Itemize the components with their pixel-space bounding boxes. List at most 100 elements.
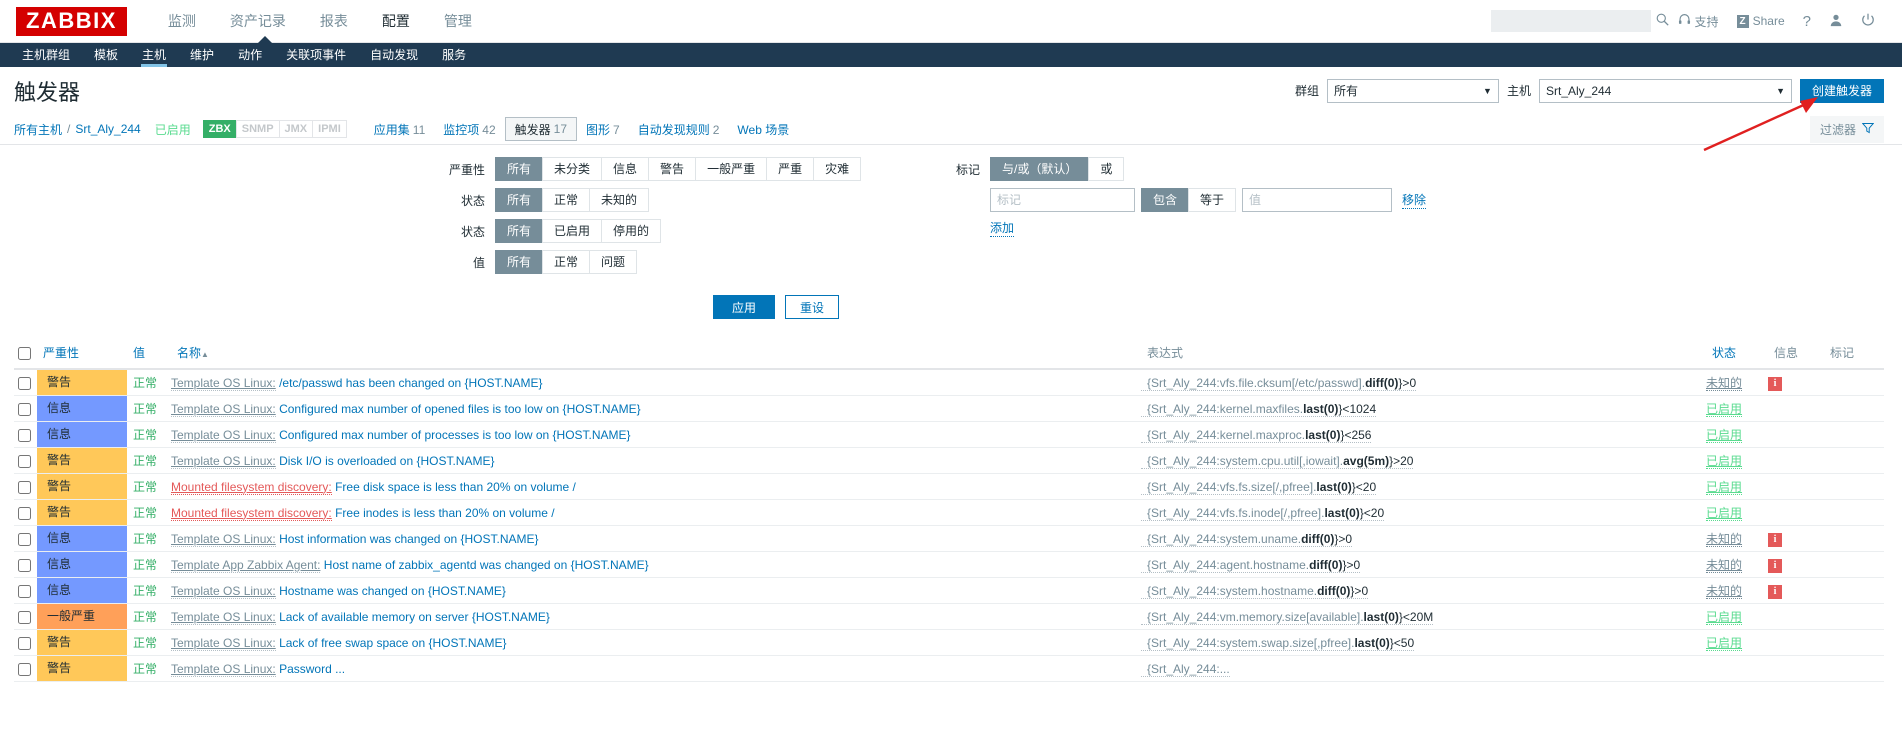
- sidebar-item-actions[interactable]: 动作: [226, 43, 274, 67]
- row-checkbox[interactable]: [18, 532, 31, 546]
- trigger-template-link[interactable]: Template OS Linux:: [171, 427, 276, 443]
- trigger-template-link[interactable]: Template OS Linux:: [171, 375, 276, 391]
- row-checkbox[interactable]: [18, 454, 31, 468]
- trigger-expression[interactable]: {Srt_Aly_244:vfs.fs.size[/,pfree].last(0…: [1141, 479, 1377, 495]
- support-link[interactable]: 支持: [1669, 13, 1728, 30]
- sign-out-link[interactable]: [1852, 13, 1884, 30]
- tag-operator-contains[interactable]: 包含: [1141, 188, 1189, 212]
- tag-add-link[interactable]: 添加: [990, 219, 1015, 237]
- state-option-all[interactable]: 所有: [495, 188, 543, 212]
- trigger-expression[interactable]: {Srt_Aly_244:agent.hostname.diff(0)}>0: [1141, 557, 1361, 573]
- trigger-status-link[interactable]: 已启用: [1706, 428, 1743, 443]
- header-value-link[interactable]: 值: [133, 346, 145, 360]
- trigger-name-link[interactable]: Free disk space is less than 20% on volu…: [335, 480, 576, 494]
- info-icon[interactable]: i: [1768, 376, 1782, 391]
- sidebar-item-correlation[interactable]: 关联项事件: [274, 43, 358, 67]
- row-checkbox[interactable]: [18, 402, 31, 416]
- info-icon[interactable]: i: [1768, 584, 1782, 599]
- severity-option-high[interactable]: 严重: [766, 157, 814, 181]
- trigger-expression[interactable]: {Srt_Aly_244:vfs.fs.inode[/,pfree].last(…: [1141, 505, 1385, 521]
- sidebar-item-discovery[interactable]: 自动发现: [358, 43, 430, 67]
- header-status-link[interactable]: 状态: [1712, 346, 1736, 360]
- header-name-link[interactable]: 名称: [177, 346, 201, 360]
- trigger-status-link[interactable]: 已启用: [1706, 610, 1743, 625]
- trigger-name-link[interactable]: Disk I/O is overloaded on {HOST.NAME}: [279, 454, 494, 468]
- tab-discovery-rules[interactable]: 自动发现规则 2: [629, 118, 729, 141]
- nav-item-administration[interactable]: 管理: [427, 0, 489, 43]
- state-option-normal[interactable]: 正常: [542, 188, 590, 212]
- trigger-status-link[interactable]: 未知的: [1706, 584, 1743, 599]
- trigger-expression[interactable]: {Srt_Aly_244:...: [1141, 661, 1230, 677]
- search-icon[interactable]: [1656, 13, 1669, 29]
- group-select[interactable]: 所有 ▼: [1326, 78, 1499, 103]
- trigger-status-link[interactable]: 已启用: [1706, 402, 1743, 417]
- severity-option-average[interactable]: 一般严重: [695, 157, 767, 181]
- tag-operator-equals[interactable]: 等于: [1188, 188, 1237, 212]
- sidebar-item-maintenance[interactable]: 维护: [178, 43, 226, 67]
- filter-tab[interactable]: 过滤器: [1809, 115, 1884, 143]
- apply-button[interactable]: 应用: [712, 295, 775, 319]
- row-checkbox[interactable]: [18, 662, 31, 676]
- share-link[interactable]: Z Share: [1728, 14, 1794, 28]
- trigger-status-link[interactable]: 已启用: [1706, 454, 1743, 469]
- trigger-template-link[interactable]: Template App Zabbix Agent:: [171, 557, 321, 573]
- search-input[interactable]: [1496, 13, 1656, 29]
- sidebar-item-templates[interactable]: 模板: [82, 43, 130, 67]
- trigger-template-link[interactable]: Template OS Linux:: [171, 401, 276, 417]
- trigger-expression[interactable]: {Srt_Aly_244:system.cpu.util[,iowait].av…: [1141, 453, 1414, 469]
- trigger-status-link[interactable]: 已启用: [1706, 636, 1743, 651]
- tag-value-input[interactable]: [1242, 188, 1393, 212]
- tag-name-input[interactable]: [990, 188, 1135, 212]
- trigger-template-link[interactable]: Template OS Linux:: [171, 609, 276, 625]
- sidebar-item-host-groups[interactable]: 主机群组: [10, 43, 82, 67]
- trigger-template-link[interactable]: Mounted filesystem discovery:: [171, 479, 332, 495]
- trigger-expression[interactable]: {Srt_Aly_244:system.hostname.diff(0)}>0: [1141, 583, 1369, 599]
- trigger-expression[interactable]: {Srt_Aly_244:kernel.maxfiles.last(0)}<10…: [1141, 401, 1377, 417]
- row-checkbox[interactable]: [18, 558, 31, 572]
- row-checkbox[interactable]: [18, 610, 31, 624]
- trigger-template-link[interactable]: Template OS Linux:: [171, 661, 276, 677]
- tab-graphs[interactable]: 图形 7: [577, 118, 629, 141]
- tab-items[interactable]: 监控项 42: [434, 118, 504, 141]
- search-box[interactable]: [1490, 10, 1669, 32]
- user-profile-link[interactable]: [1820, 13, 1852, 30]
- status-option-enabled[interactable]: 已启用: [542, 219, 602, 243]
- trigger-status-link[interactable]: 已启用: [1706, 480, 1743, 495]
- header-severity-link[interactable]: 严重性: [43, 346, 79, 360]
- trigger-name-link[interactable]: Hostname was changed on {HOST.NAME}: [279, 584, 506, 598]
- breadcrumb-host[interactable]: Srt_Aly_244: [75, 122, 140, 136]
- trigger-name-link[interactable]: Lack of available memory on server {HOST…: [279, 610, 550, 624]
- trigger-expression[interactable]: {Srt_Aly_244:system.swap.size[,pfree].la…: [1141, 635, 1415, 651]
- trigger-template-link[interactable]: Template OS Linux:: [171, 635, 276, 651]
- breadcrumb-all-hosts[interactable]: 所有主机: [14, 121, 62, 138]
- row-checkbox[interactable]: [18, 480, 31, 494]
- tab-web-scenarios[interactable]: Web 场景: [728, 118, 798, 141]
- trigger-expression[interactable]: {Srt_Aly_244:system.uname.diff(0)}>0: [1141, 531, 1353, 547]
- tag-evaltype-and-or[interactable]: 与/或（默认）: [990, 157, 1089, 181]
- trigger-name-link[interactable]: Configured max number of processes is to…: [279, 428, 631, 442]
- severity-option-all[interactable]: 所有: [495, 157, 543, 181]
- tab-applications[interactable]: 应用集 11: [365, 118, 434, 141]
- trigger-template-link[interactable]: Template OS Linux:: [171, 531, 276, 547]
- trigger-name-link[interactable]: Host information was changed on {HOST.NA…: [279, 532, 538, 546]
- row-checkbox[interactable]: [18, 584, 31, 598]
- value-option-problem[interactable]: 问题: [589, 250, 638, 274]
- tag-remove-link[interactable]: 移除: [1402, 191, 1427, 209]
- info-icon[interactable]: i: [1768, 532, 1782, 547]
- reset-button[interactable]: 重设: [785, 295, 840, 319]
- host-select[interactable]: Srt_Aly_244 ▼: [1538, 78, 1792, 103]
- trigger-name-link[interactable]: /etc/passwd has been changed on {HOST.NA…: [279, 376, 543, 390]
- tab-triggers[interactable]: 触发器 17: [504, 117, 578, 141]
- host-status-badge[interactable]: 已启用: [155, 121, 191, 138]
- trigger-name-link[interactable]: Password ...: [279, 662, 345, 676]
- severity-option-not-classified[interactable]: 未分类: [542, 157, 602, 181]
- trigger-status-link[interactable]: 已启用: [1706, 506, 1743, 521]
- status-option-disabled[interactable]: 停用的: [601, 219, 662, 243]
- trigger-expression[interactable]: {Srt_Aly_244:kernel.maxproc.last(0)}<256: [1141, 427, 1372, 443]
- trigger-name-link[interactable]: Configured max number of opened files is…: [279, 402, 641, 416]
- value-option-all[interactable]: 所有: [495, 250, 543, 274]
- row-checkbox[interactable]: [18, 428, 31, 442]
- trigger-status-link[interactable]: 未知的: [1706, 532, 1743, 547]
- severity-option-disaster[interactable]: 灾难: [813, 157, 862, 181]
- trigger-name-link[interactable]: Host name of zabbix_agentd was changed o…: [324, 558, 649, 572]
